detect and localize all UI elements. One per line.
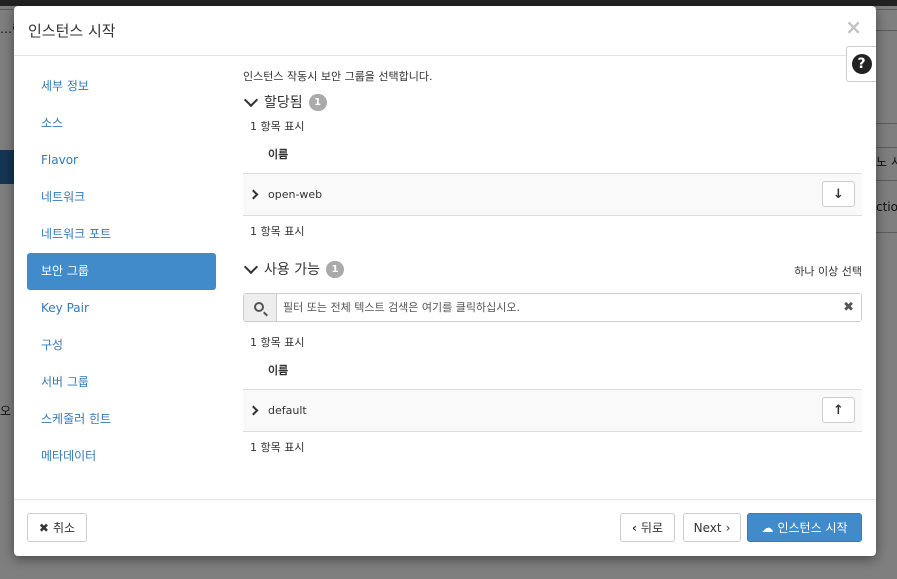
chevron-right-icon[interactable] <box>248 405 259 416</box>
chevron-down-icon <box>243 92 259 107</box>
arrow-up-icon: ↑ <box>833 402 844 418</box>
chevron-down-icon <box>243 259 259 274</box>
allocated-title: 할당됨 <box>264 95 303 111</box>
row-name: default <box>268 404 307 417</box>
modal-header: 인스턴스 시작 × <box>14 6 876 56</box>
nav-item-key-pair[interactable]: Key Pair <box>27 290 216 327</box>
allocated-section-toggle[interactable]: 할당됨 1 <box>243 92 862 112</box>
arrow-down-icon: ↓ <box>833 186 844 202</box>
deallocate-button[interactable]: ↓ <box>822 181 855 207</box>
available-showing-count: 1 항목 표시 <box>250 441 305 454</box>
nav-item-networks[interactable]: 네트워크 <box>27 179 216 216</box>
nav-item-flavor[interactable]: Flavor <box>27 142 216 179</box>
wizard-nav: 세부 정보 소스 Flavor 네트워크 네트워크 포트 보안 그룹 Key P… <box>27 68 216 475</box>
search-input[interactable] <box>277 294 861 321</box>
chevron-right-icon: › <box>725 520 731 535</box>
back-label: 뒤로 <box>640 521 664 535</box>
nav-item-scheduler-hints[interactable]: 스케줄러 힌트 <box>27 401 216 438</box>
allocated-column-name[interactable]: 이름 <box>243 136 862 174</box>
allocated-count-badge: 1 <box>308 93 327 111</box>
select-hint: 하나 이상 선택 <box>794 265 862 278</box>
panel-description: 인스턴스 작동시 보안 그룹을 선택합니다. <box>243 70 433 83</box>
search-addon <box>244 294 277 321</box>
search-icon <box>254 301 264 312</box>
next-button[interactable]: Next › <box>683 513 741 542</box>
nav-item-security-groups[interactable]: 보안 그룹 <box>27 253 216 290</box>
chevron-right-icon[interactable] <box>248 189 259 200</box>
row-name: open-web <box>268 188 323 201</box>
chevron-left-icon: ‹ <box>631 520 637 535</box>
nav-item-server-groups[interactable]: 서버 그룹 <box>27 364 216 401</box>
security-groups-panel: 인스턴스 작동시 보안 그룹을 선택합니다. 할당됨 1 1 항목 표시 이름 … <box>243 66 862 455</box>
filter-box: ✖ <box>243 293 862 322</box>
clear-icon[interactable]: ✖ <box>843 300 854 315</box>
available-showing-count: 1 항목 표시 <box>250 336 305 349</box>
nav-item-details[interactable]: 세부 정보 <box>27 68 216 105</box>
table-row: default ↑ <box>243 390 862 432</box>
cloud-upload-icon: ☁ <box>761 520 774 535</box>
modal-title: 인스턴스 시작 <box>28 22 116 40</box>
nav-item-configuration[interactable]: 구성 <box>27 327 216 364</box>
available-column-name[interactable]: 이름 <box>243 352 862 390</box>
table-row: open-web ↓ <box>243 174 862 216</box>
allocated-showing-count: 1 항목 표시 <box>250 225 305 238</box>
allocated-showing-count: 1 항목 표시 <box>250 120 305 133</box>
allocate-button[interactable]: ↑ <box>822 397 855 423</box>
launch-instance-button[interactable]: ☁ 인스턴스 시작 <box>747 513 862 542</box>
launch-label: 인스턴스 시작 <box>777 521 848 535</box>
available-title: 사용 가능 <box>264 262 320 278</box>
cancel-label: 취소 <box>52 521 76 535</box>
launch-instance-modal: 인스턴스 시작 × ? 세부 정보 소스 Flavor 네트워크 네트워크 포트… <box>14 6 876 556</box>
next-label: Next <box>693 520 722 535</box>
available-count-badge: 1 <box>325 260 344 278</box>
close-icon: ✖ <box>38 520 49 535</box>
nav-item-network-ports[interactable]: 네트워크 포트 <box>27 216 216 253</box>
close-icon[interactable]: × <box>845 17 862 37</box>
cancel-button[interactable]: ✖ 취소 <box>27 513 87 542</box>
nav-item-metadata[interactable]: 메타데이터 <box>27 438 216 475</box>
modal-footer: ✖ 취소 ‹ 뒤로 Next › ☁ 인스턴스 시작 <box>14 499 876 556</box>
back-button[interactable]: ‹ 뒤로 <box>620 513 675 542</box>
nav-item-source[interactable]: 소스 <box>27 105 216 142</box>
available-section-toggle[interactable]: 사용 가능 1 하나 이상 선택 <box>243 259 862 279</box>
